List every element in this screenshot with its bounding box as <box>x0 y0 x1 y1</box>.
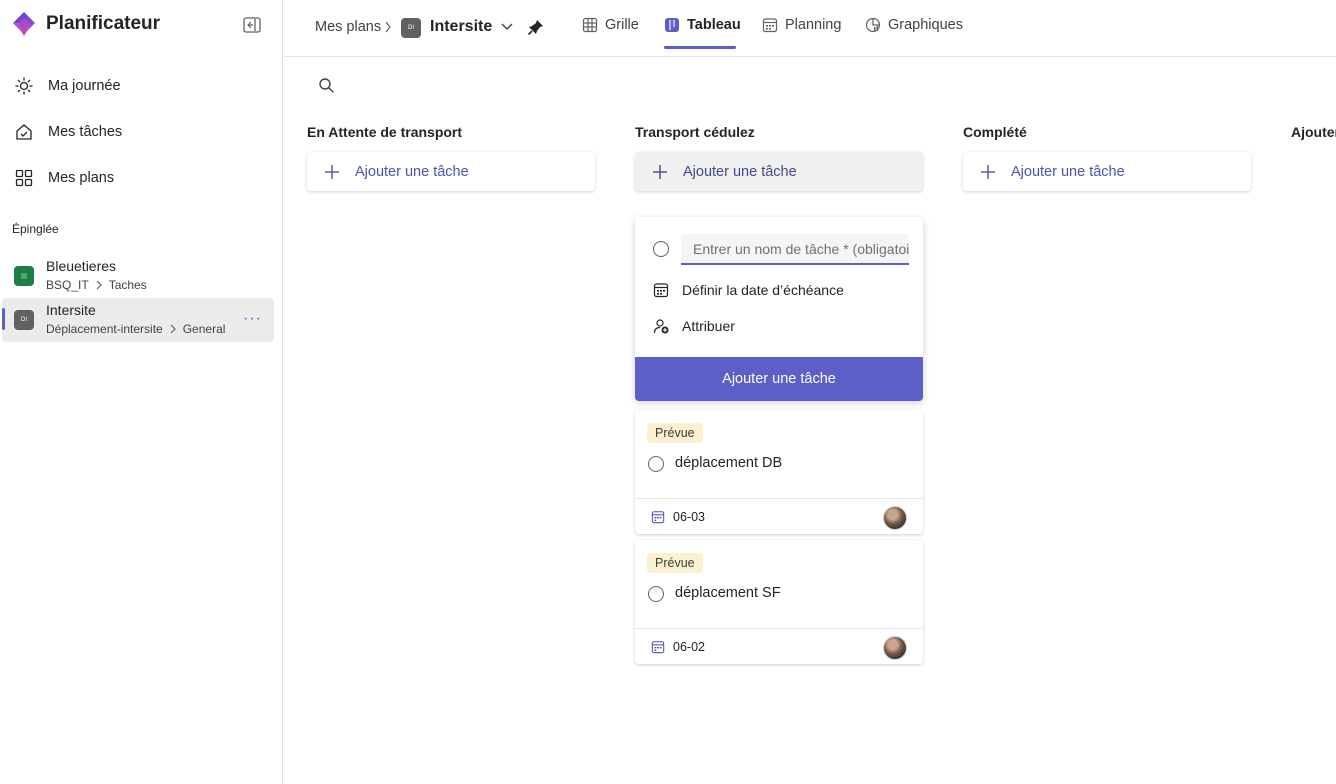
tab-tableau[interactable]: Tableau <box>664 17 741 33</box>
complete-radio[interactable] <box>653 241 669 257</box>
plan-channel: Taches <box>108 278 147 292</box>
task-name: déplacement DB <box>675 455 783 471</box>
status-badge: Prévue <box>647 553 703 573</box>
tab-label: Planning <box>785 17 842 33</box>
person-add-icon <box>653 319 669 334</box>
due-date-text: 06-03 <box>673 510 705 524</box>
plan-group: BSQ_IT <box>46 278 89 292</box>
nav-label: Mes tâches <box>48 124 123 140</box>
header: Mes plans DI Intersite Grille Tableau Pl… <box>284 0 1336 57</box>
complete-radio[interactable] <box>648 586 664 602</box>
tab-label: Graphiques <box>888 17 963 33</box>
sidebar: Planificateur Ma journée Mes tâches Mes … <box>0 0 283 784</box>
pinned-section-label: Épinglée <box>12 222 59 236</box>
more-options-icon[interactable]: ··· <box>243 310 262 328</box>
tab-label: Tableau <box>687 17 741 33</box>
add-task-label: Ajouter une tâche <box>683 163 797 180</box>
add-task-button[interactable]: Ajouter une tâche <box>963 152 1251 191</box>
divider <box>635 498 923 499</box>
pinned-plan-intersite[interactable]: DI Intersite Déplacement-intersite Gener… <box>2 298 274 342</box>
add-task-label: Ajouter une tâche <box>355 163 469 180</box>
add-task-label: Ajouter une tâche <box>1011 163 1125 180</box>
new-task-form: Définir la date d’échéance Attribuer Ajo… <box>635 217 923 401</box>
complete-radio[interactable] <box>648 456 664 472</box>
plus-icon <box>325 164 339 179</box>
plan-channel: General <box>182 322 226 336</box>
pin-icon[interactable] <box>527 18 545 36</box>
assign-button[interactable]: Attribuer <box>653 318 735 334</box>
due-date-text: 06-02 <box>673 640 705 654</box>
chevron-down-icon[interactable] <box>500 21 514 33</box>
task-card[interactable]: Prévue déplacement DB 06-03 <box>635 410 923 534</box>
nav-label: Ma journée <box>48 78 121 94</box>
chart-icon <box>865 17 881 33</box>
column-title[interactable]: En Attente de transport <box>307 124 462 140</box>
board-icon <box>665 18 679 32</box>
column-title[interactable]: Complété <box>963 124 1027 140</box>
chevron-right-icon <box>170 324 176 334</box>
plus-icon <box>981 164 995 179</box>
calendar-icon <box>653 283 669 298</box>
plan-icon: DI <box>401 18 421 38</box>
plan-tile-icon <box>21 273 27 279</box>
grid-table-icon <box>582 17 598 33</box>
chevron-right-icon <box>385 21 391 33</box>
collapse-sidebar-icon[interactable] <box>243 17 261 33</box>
sun-icon <box>15 77 33 95</box>
active-tab-indicator <box>664 46 736 49</box>
add-task-button[interactable]: Ajouter une tâche <box>635 152 923 191</box>
pinned-plan-bleuetieres[interactable]: Bleuetieres BSQ_IT Taches <box>2 254 274 298</box>
grid-icon <box>15 169 33 187</box>
breadcrumb-root[interactable]: Mes plans <box>315 19 381 35</box>
tab-grille[interactable]: Grille <box>582 17 639 33</box>
planner-logo-icon <box>13 12 35 36</box>
tab-label: Grille <box>605 17 639 33</box>
task-card[interactable]: Prévue déplacement SF 06-02 <box>635 540 923 664</box>
app-name: Planificateur <box>46 13 161 34</box>
tab-planning[interactable]: Planning <box>762 17 841 33</box>
assignee-avatar[interactable] <box>883 506 907 530</box>
search-icon[interactable] <box>318 77 335 94</box>
home-check-icon <box>16 124 32 140</box>
calendar-icon <box>651 511 665 524</box>
nav-ma-journee[interactable]: Ma journée <box>14 76 121 96</box>
add-bucket-label[interactable]: Ajouter <box>1291 124 1336 140</box>
task-name-input[interactable] <box>681 234 909 265</box>
set-due-date-button[interactable]: Définir la date d’échéance <box>653 282 844 298</box>
due-date: 06-03 <box>651 510 705 524</box>
plan-avatar: DI <box>14 310 34 330</box>
due-date: 06-02 <box>651 640 705 654</box>
plan-subtitle: Déplacement-intersite General <box>46 322 225 336</box>
tab-graphiques[interactable]: Graphiques <box>865 17 963 33</box>
plan-group: Déplacement-intersite <box>46 322 163 336</box>
plan-subtitle: BSQ_IT Taches <box>46 278 147 292</box>
plan-title: Intersite <box>46 302 96 318</box>
nav-mes-taches[interactable]: Mes tâches <box>14 122 122 142</box>
plus-icon <box>653 164 667 179</box>
submit-task-button[interactable]: Ajouter une tâche <box>635 357 923 401</box>
column-title[interactable]: Transport cédulez <box>635 124 755 140</box>
nav-mes-plans[interactable]: Mes plans <box>14 168 114 188</box>
assignee-avatar[interactable] <box>883 636 907 660</box>
chevron-right-icon <box>96 280 102 290</box>
calendar-icon <box>651 641 665 654</box>
task-name: déplacement SF <box>675 585 781 601</box>
calendar-icon <box>762 18 778 33</box>
assign-label: Attribuer <box>682 318 735 334</box>
plan-avatar <box>14 266 34 286</box>
plan-title[interactable]: Intersite <box>430 18 492 36</box>
brand: Planificateur <box>10 10 160 38</box>
nav-label: Mes plans <box>48 170 115 186</box>
plan-title: Bleuetieres <box>46 258 117 274</box>
add-task-button[interactable]: Ajouter une tâche <box>307 152 595 191</box>
status-badge: Prévue <box>647 423 703 443</box>
divider <box>635 628 923 629</box>
due-date-label: Définir la date d’échéance <box>682 282 844 298</box>
